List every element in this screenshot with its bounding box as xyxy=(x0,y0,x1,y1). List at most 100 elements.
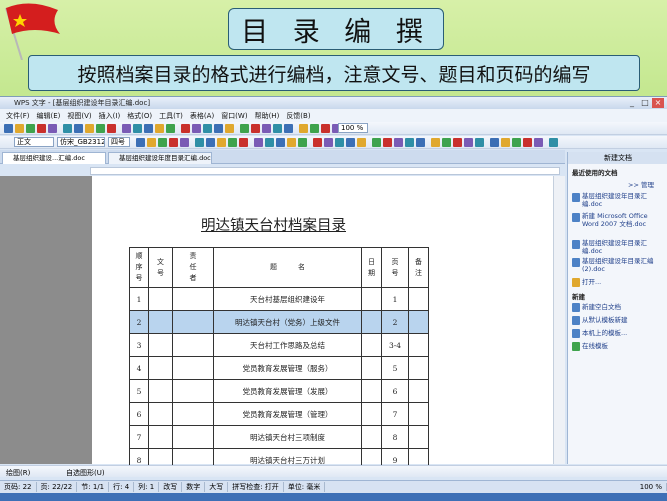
table-row[interactable]: 2 明达镇天台村（党务）上级文件 2 xyxy=(129,310,429,334)
toolbar-button-icon[interactable] xyxy=(228,138,237,147)
menu-table[interactable]: 表格(A) xyxy=(188,111,216,121)
toolbar-button-icon[interactable] xyxy=(251,124,260,133)
toolbar-button-icon[interactable] xyxy=(405,138,414,147)
cell-page[interactable]: 7 xyxy=(381,402,409,426)
cell-remark[interactable] xyxy=(408,356,429,380)
toolbar-button-icon[interactable] xyxy=(490,138,499,147)
draw-menu[interactable]: 绘图(R) xyxy=(6,468,30,478)
toolbar-button-icon[interactable] xyxy=(512,138,521,147)
toolbar-button-icon[interactable] xyxy=(85,124,94,133)
cell-docno[interactable] xyxy=(148,333,173,357)
cell-page[interactable]: 8 xyxy=(381,425,409,449)
cell-seq[interactable]: 4 xyxy=(129,356,149,380)
cell-author[interactable] xyxy=(172,333,214,357)
cell-remark[interactable] xyxy=(408,379,429,403)
toolbar-button-icon[interactable] xyxy=(63,124,72,133)
cell-docno[interactable] xyxy=(148,287,173,311)
toolbar-button-icon[interactable] xyxy=(276,138,285,147)
table-row[interactable]: 7 明达镇天台村三项制度 8 xyxy=(129,425,429,449)
cell-title[interactable]: 明达镇天台村三项制度 xyxy=(213,425,362,449)
cell-docno[interactable] xyxy=(148,425,173,449)
toolbar-button-icon[interactable] xyxy=(181,124,190,133)
cell-title[interactable]: 天台村工作思路及总结 xyxy=(213,333,362,357)
toolbar-button-icon[interactable] xyxy=(394,138,403,147)
toolbar-button-icon[interactable] xyxy=(453,138,462,147)
status-zoom[interactable]: 100 % xyxy=(636,483,667,491)
table-row[interactable]: 6 党员教育发展管理（管理） 7 xyxy=(129,402,429,426)
cell-page[interactable]: 3-4 xyxy=(381,333,409,357)
toolbar-button-icon[interactable] xyxy=(203,124,212,133)
toolbar-button-icon[interactable] xyxy=(324,138,333,147)
toolbar-button-icon[interactable] xyxy=(442,138,451,147)
toolbar-button-icon[interactable] xyxy=(122,124,131,133)
cell-date[interactable] xyxy=(361,356,382,380)
cell-seq[interactable]: 5 xyxy=(129,379,149,403)
cell-remark[interactable] xyxy=(408,310,429,334)
tab-document-2[interactable]: 基层组织建设年度目录汇编.doc xyxy=(108,152,212,164)
recent-item[interactable]: 基层组织建设年目录汇编.doc xyxy=(582,192,666,208)
cell-date[interactable] xyxy=(361,402,382,426)
toolbar-button-icon[interactable] xyxy=(284,124,293,133)
tab-document-1[interactable]: 基层组织建设...汇编.doc xyxy=(2,152,106,164)
cell-docno[interactable] xyxy=(148,379,173,403)
toolbar-button-icon[interactable] xyxy=(217,138,226,147)
cell-author[interactable] xyxy=(172,310,214,334)
cell-date[interactable] xyxy=(361,287,382,311)
toolbar-button-icon[interactable] xyxy=(239,138,248,147)
toolbar-button-icon[interactable] xyxy=(265,138,274,147)
cell-page[interactable]: 2 xyxy=(381,310,409,334)
toolbar-button-icon[interactable] xyxy=(144,124,153,133)
close-button[interactable]: × xyxy=(652,98,664,108)
cell-author[interactable] xyxy=(172,379,214,403)
table-row[interactable]: 5 党员教育发展管理（发展） 6 xyxy=(129,379,429,403)
status-overwrite[interactable]: 改写 xyxy=(159,482,183,492)
cell-remark[interactable] xyxy=(408,402,429,426)
cell-title[interactable]: 天台村基层组织建设年 xyxy=(213,287,362,311)
menu-window[interactable]: 窗口(W) xyxy=(219,111,249,121)
table-row[interactable]: 4 党员教育发展管理（服务） 5 xyxy=(129,356,429,380)
cell-date[interactable] xyxy=(361,310,382,334)
horizontal-ruler[interactable] xyxy=(90,167,560,175)
toolbar-button-icon[interactable] xyxy=(321,124,330,133)
cell-docno[interactable] xyxy=(148,310,173,334)
cell-seq[interactable]: 1 xyxy=(129,287,149,311)
cell-remark[interactable] xyxy=(408,287,429,311)
cell-seq[interactable]: 6 xyxy=(129,402,149,426)
toolbar-button-icon[interactable] xyxy=(523,138,532,147)
toolbar-button-icon[interactable] xyxy=(158,138,167,147)
new-blank-link[interactable]: 新建空白文档 xyxy=(582,303,666,311)
zoom-select[interactable]: 100 % xyxy=(338,123,368,133)
toolbar-button-icon[interactable] xyxy=(299,124,308,133)
toolbar-button-icon[interactable] xyxy=(383,138,392,147)
menu-tools[interactable]: 工具(T) xyxy=(157,111,185,121)
toolbar-button-icon[interactable] xyxy=(214,124,223,133)
cell-date[interactable] xyxy=(361,379,382,403)
toolbar-button-icon[interactable] xyxy=(313,138,322,147)
cell-seq[interactable]: 2 xyxy=(129,310,149,334)
toolbar-button-icon[interactable] xyxy=(549,138,558,147)
toolbar-button-icon[interactable] xyxy=(298,138,307,147)
toolbar-button-icon[interactable] xyxy=(169,138,178,147)
style-select[interactable]: 正文 xyxy=(14,137,54,147)
toolbar-button-icon[interactable] xyxy=(107,124,116,133)
cell-page[interactable]: 1 xyxy=(381,287,409,311)
toolbar-button-icon[interactable] xyxy=(133,124,142,133)
vertical-scrollbar[interactable] xyxy=(553,176,565,464)
menu-format[interactable]: 格式(O) xyxy=(125,111,154,121)
toolbar-button-icon[interactable] xyxy=(273,124,282,133)
online-templates-link[interactable]: 在线模板 xyxy=(582,342,666,350)
new-from-default-link[interactable]: 从默认模板新建 xyxy=(582,316,666,324)
cell-docno[interactable] xyxy=(148,402,173,426)
cell-title[interactable]: 党员教育发展管理（发展） xyxy=(213,379,362,403)
cell-docno[interactable] xyxy=(148,356,173,380)
toolbar-button-icon[interactable] xyxy=(357,138,366,147)
table-row[interactable]: 1 天台村基层组织建设年 1 xyxy=(129,287,429,311)
toolbar-button-icon[interactable] xyxy=(254,138,263,147)
cell-page[interactable]: 5 xyxy=(381,356,409,380)
recent-item[interactable]: 基层组织建设年目录汇编(2).doc xyxy=(582,257,666,273)
toolbar-button-icon[interactable] xyxy=(501,138,510,147)
menu-edit[interactable]: 编辑(E) xyxy=(35,111,63,121)
cell-author[interactable] xyxy=(172,356,214,380)
cell-page[interactable]: 6 xyxy=(381,379,409,403)
maximize-button[interactable]: □ xyxy=(639,98,651,108)
